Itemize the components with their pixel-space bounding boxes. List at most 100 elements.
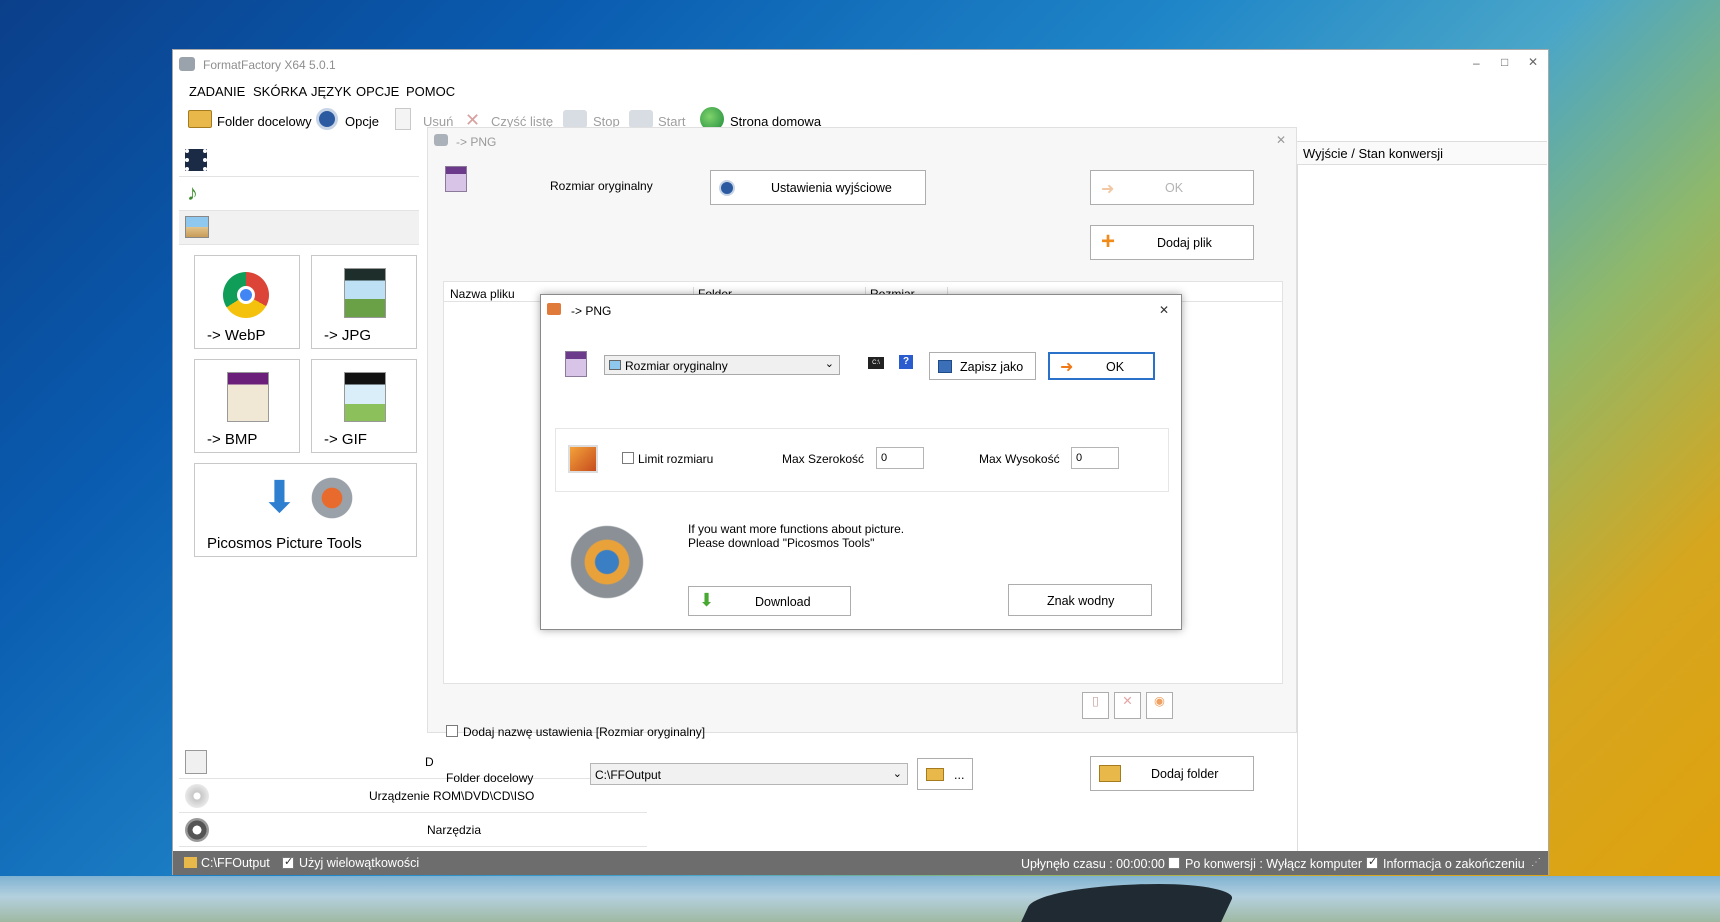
tile-jpg-label: -> JPG [324,327,372,344]
gif-file-icon [344,372,386,422]
output-panel-title: Wyjście / Stan konwersji [1303,146,1444,161]
minimize-button[interactable]: – [1473,56,1480,70]
download-button[interactable]: ⬇ Download [688,586,851,616]
pane-title: -> PNG [456,135,497,149]
add-setting-name-checkbox[interactable] [446,725,458,737]
close-button[interactable]: ✕ [1528,55,1538,69]
tile-webp[interactable]: -> WebP [194,255,300,349]
dialog-app-icon [547,303,561,315]
status-bar: C:\FFOutput Użyj wielowątkowości Upłynęł… [173,851,1548,875]
sidebar-tab-document[interactable]: D [179,745,647,779]
dest-folder-select[interactable]: C:\FFOutput ⌄ [590,763,908,785]
jpg-file-icon [344,268,386,318]
picosmos-tools-icon [565,523,649,601]
sidebar-tab-audio[interactable]: ♪ [179,177,419,211]
plus-icon: + [1101,228,1116,255]
gear-icon [316,108,338,130]
document-icon [185,750,207,774]
menu-zadanie[interactable]: ZADANIE [189,84,245,99]
ok-arrow-icon: ➜ [1060,359,1074,376]
webp-chrome-icon [223,272,269,318]
shutdown-checkbox[interactable] [1168,857,1180,869]
size-limit-group: Limit rozmiaru Max Szerokość Max Wysokoś… [555,428,1169,492]
max-width-input[interactable] [876,447,924,469]
elapsed-time: Upłynęło czasu : 00:00:00 [1021,857,1165,871]
remove-file-icon [395,108,411,130]
tile-bmp[interactable]: -> BMP [194,359,300,453]
info-line-1: If you want more functions about picture… [688,522,905,536]
menu-opcje[interactable]: OPCJE [356,84,399,99]
resize-picture-icon [568,445,598,473]
tile-gif-label: -> GIF [324,431,367,448]
watermark-button[interactable]: Znak wodny [1008,584,1152,616]
music-note-icon: ♪ [187,180,198,205]
output-settings-button[interactable]: Ustawienia wyjściowe [710,170,926,205]
ok-arrow-icon: ➜ [1101,181,1115,198]
info-line-2: Please download "Picosmos Tools" [688,536,875,550]
sidebar-tab-video[interactable] [179,143,419,177]
pane-ok-button[interactable]: ➜ OK [1090,170,1254,205]
dialog-close-button[interactable]: ✕ [1159,303,1169,317]
original-size-label: Rozmiar oryginalny [550,179,653,193]
menu-jezyk[interactable]: JĘZYK [311,84,351,99]
tile-webp-label: -> WebP [207,327,266,344]
sidebar-tab-rom[interactable]: Urządzenie ROM\DVD\CD\ISO [179,779,647,813]
chevron-down-icon: ⌄ [824,358,834,370]
tools-gear-icon [185,818,209,842]
folder-icon [188,110,212,128]
multithread-checkbox[interactable] [282,855,294,869]
tile-bmp-label: -> BMP [207,431,258,448]
notify-label: Informacja o zakończeniu [1383,857,1525,871]
max-height-label: Max Wysokość [979,452,1060,466]
sidebar-tab-rom-label: Urządzenie ROM\DVD\CD\ISO [369,789,535,803]
list-remove-button[interactable]: ▯ [1082,692,1109,719]
start-icon [629,110,653,128]
download-arrow-icon: ⬇ [261,473,298,522]
pane-close-button[interactable]: ✕ [1276,133,1286,147]
sidebar-tab-tools[interactable]: Narzędzia [179,813,647,847]
dialog-title: -> PNG [571,304,612,318]
picosmos-gear-icon [307,476,357,520]
folder-browse-icon [926,768,944,781]
output-panel [1297,141,1547,851]
menu-skorka[interactable]: SKÓRKA [253,84,307,99]
film-icon [185,149,207,171]
toolbar-options-button[interactable]: Opcje [345,114,379,129]
save-as-button[interactable]: Zapisz jako [929,352,1036,380]
dest-folder-label: Folder docelowy [446,771,534,785]
toolbar-folder-button[interactable]: Folder docelowy [217,114,312,129]
command-line-button[interactable]: C:\ [868,357,884,369]
list-play-button[interactable]: ◉ [1146,692,1173,719]
chevron-down-icon: ⌄ [892,768,902,780]
pane-app-icon [434,134,448,146]
dialog-ok-button[interactable]: ➜ OK [1048,352,1155,380]
size-limit-checkbox[interactable] [622,452,634,464]
sidebar-tab-picture[interactable] [179,211,419,245]
menu-pomoc[interactable]: POMOC [406,84,455,99]
list-clear-button[interactable]: ✕ [1114,692,1141,719]
tile-jpg[interactable]: -> JPG [311,255,417,349]
status-path: C:\FFOutput [201,856,270,870]
maximize-button[interactable]: □ [1501,55,1508,69]
resize-grip-icon[interactable]: ⋰ [1531,857,1541,868]
max-width-label: Max Szerokość [782,452,865,466]
tile-picosmos[interactable]: ⬇ Picosmos Picture Tools [194,463,417,557]
add-folder-icon [1099,765,1121,782]
help-button[interactable]: ? [899,355,913,369]
notify-checkbox[interactable] [1366,855,1378,869]
preset-select[interactable]: Rozmiar oryginalny ⌄ [604,355,840,375]
app-icon [179,57,195,71]
tile-gif[interactable]: -> GIF [311,359,417,453]
settings-gear-icon [719,180,735,196]
preset-picture-icon [609,360,621,370]
status-folder-icon [184,857,197,868]
add-folder-button[interactable]: Dodaj folder [1090,756,1254,791]
sidebar-tab-tools-label: Narzędzia [427,823,482,837]
window-title: FormatFactory X64 5.0.1 [203,58,336,72]
bmp-file-icon [227,372,269,422]
max-height-input[interactable] [1071,447,1119,469]
add-file-button[interactable]: + Dodaj plik [1090,225,1254,260]
shutdown-label: Po konwersji : Wyłącz komputer [1185,857,1363,871]
add-setting-name-label: Dodaj nazwę ustawienia [Rozmiar oryginal… [463,725,706,739]
browse-button[interactable]: ... [917,758,973,790]
